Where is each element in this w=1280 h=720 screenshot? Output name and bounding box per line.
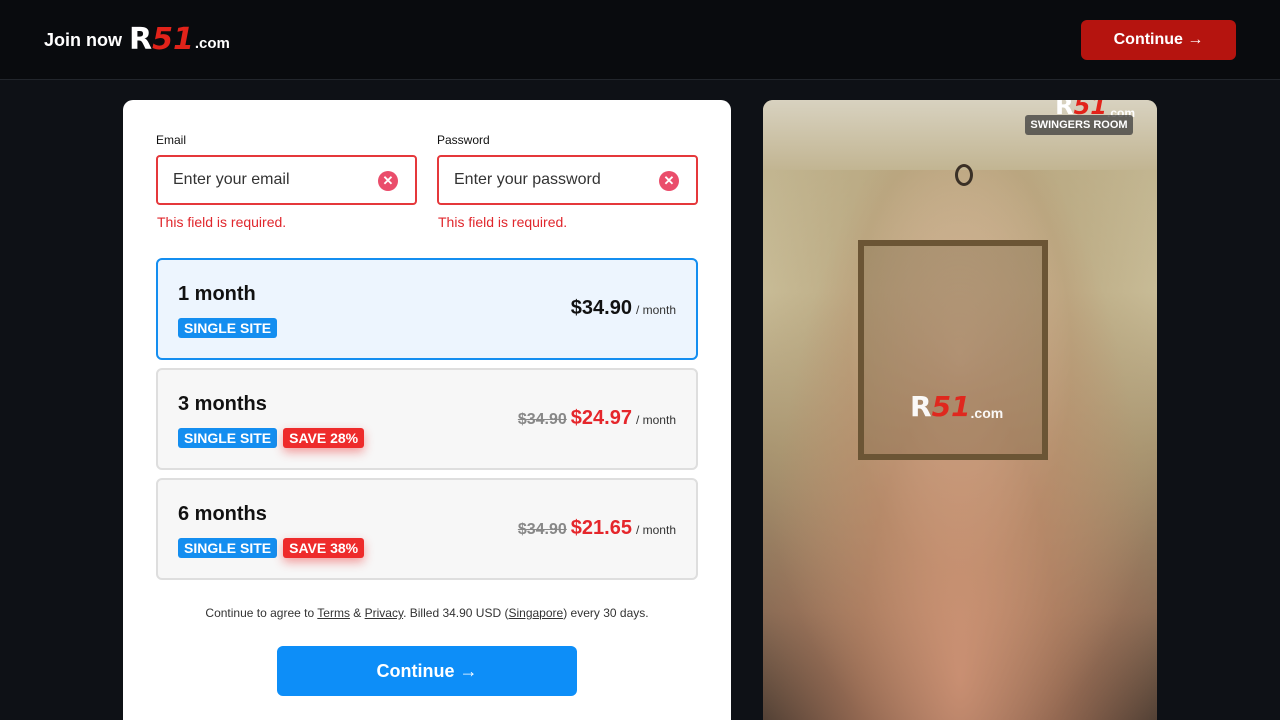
top-bar: Join now R 51 .com Continue → [0,0,1280,80]
plan-title: 3 months [178,393,267,415]
signup-card: Email ✕ This field is required. Password… [123,100,731,720]
plan-period: / month [635,523,676,537]
privacy-link[interactable]: Privacy [365,606,403,620]
fine-print-text: Continue to agree to [205,606,318,620]
plan-title: 6 months [178,503,267,525]
password-error: This field is required. [438,214,568,230]
save-badge: SAVE 28% [283,428,365,448]
promo-image-doorway [858,240,1048,460]
plan-option-6-months[interactable]: 6 months SINGLE SITE SAVE 38% $34.90 $21… [156,478,698,580]
join-now-label: Join now [44,30,122,50]
logo-letter: R [129,22,153,57]
terms-link[interactable]: Terms [317,606,350,620]
logo-domain: .com [194,35,230,52]
fine-print-text: . Billed 34.90 USD ( [403,606,509,620]
plan-option-3-months[interactable]: 3 months SINGLE SITE SAVE 28% $34.90 $24… [156,368,698,470]
logo-number: 51 [152,22,194,57]
original-price: $34.90 [517,411,567,428]
fine-print-text: ) every 30 days. [563,606,649,620]
single-site-badge: SINGLE SITE [178,538,278,558]
clear-icon[interactable]: ✕ [378,171,398,191]
center-watermark-logo: R 51 .com [910,390,1003,423]
password-field[interactable]: ✕ [437,155,698,205]
password-label: Password [437,133,490,147]
clear-icon[interactable]: ✕ [659,171,679,191]
save-badge: SAVE 38% [283,538,365,558]
country-link[interactable]: Singapore [508,606,563,620]
plan-price: $34.90 [570,297,632,319]
email-label: Email [156,133,187,147]
plan-option-1-month[interactable]: 1 month SINGLE SITE $34.90 / month [156,258,698,360]
original-price: $34.90 [517,521,567,538]
fine-print-text: & [349,606,365,620]
billing-fine-print: Continue to agree to Terms & Privacy. Bi… [123,606,731,620]
watermark-domain: .com [970,405,1004,421]
watermark-number: 51 [931,390,971,423]
lamp-icon [955,164,973,186]
password-input[interactable] [439,157,696,203]
single-site-badge: SINGLE SITE [178,318,278,338]
watermark-letter: R [910,390,932,423]
plan-price: $21.65 [570,517,632,539]
promo-image: R 51 .com SWINGERS ROOM R 51 .com [763,100,1157,720]
email-field[interactable]: ✕ [156,155,417,205]
email-error: This field is required. [157,214,287,230]
continue-button[interactable]: Continue → [277,646,577,696]
plan-period: / month [635,303,676,317]
single-site-badge: SINGLE SITE [178,428,278,448]
email-input[interactable] [158,157,415,203]
plan-title: 1 month [178,283,256,305]
header-continue-button[interactable]: Continue → [1081,20,1236,60]
plan-period: / month [635,413,676,427]
room-badge: SWINGERS ROOM [1025,115,1133,135]
site-logo[interactable]: R 51 .com [129,25,230,55]
plan-price: $24.97 [570,407,632,429]
